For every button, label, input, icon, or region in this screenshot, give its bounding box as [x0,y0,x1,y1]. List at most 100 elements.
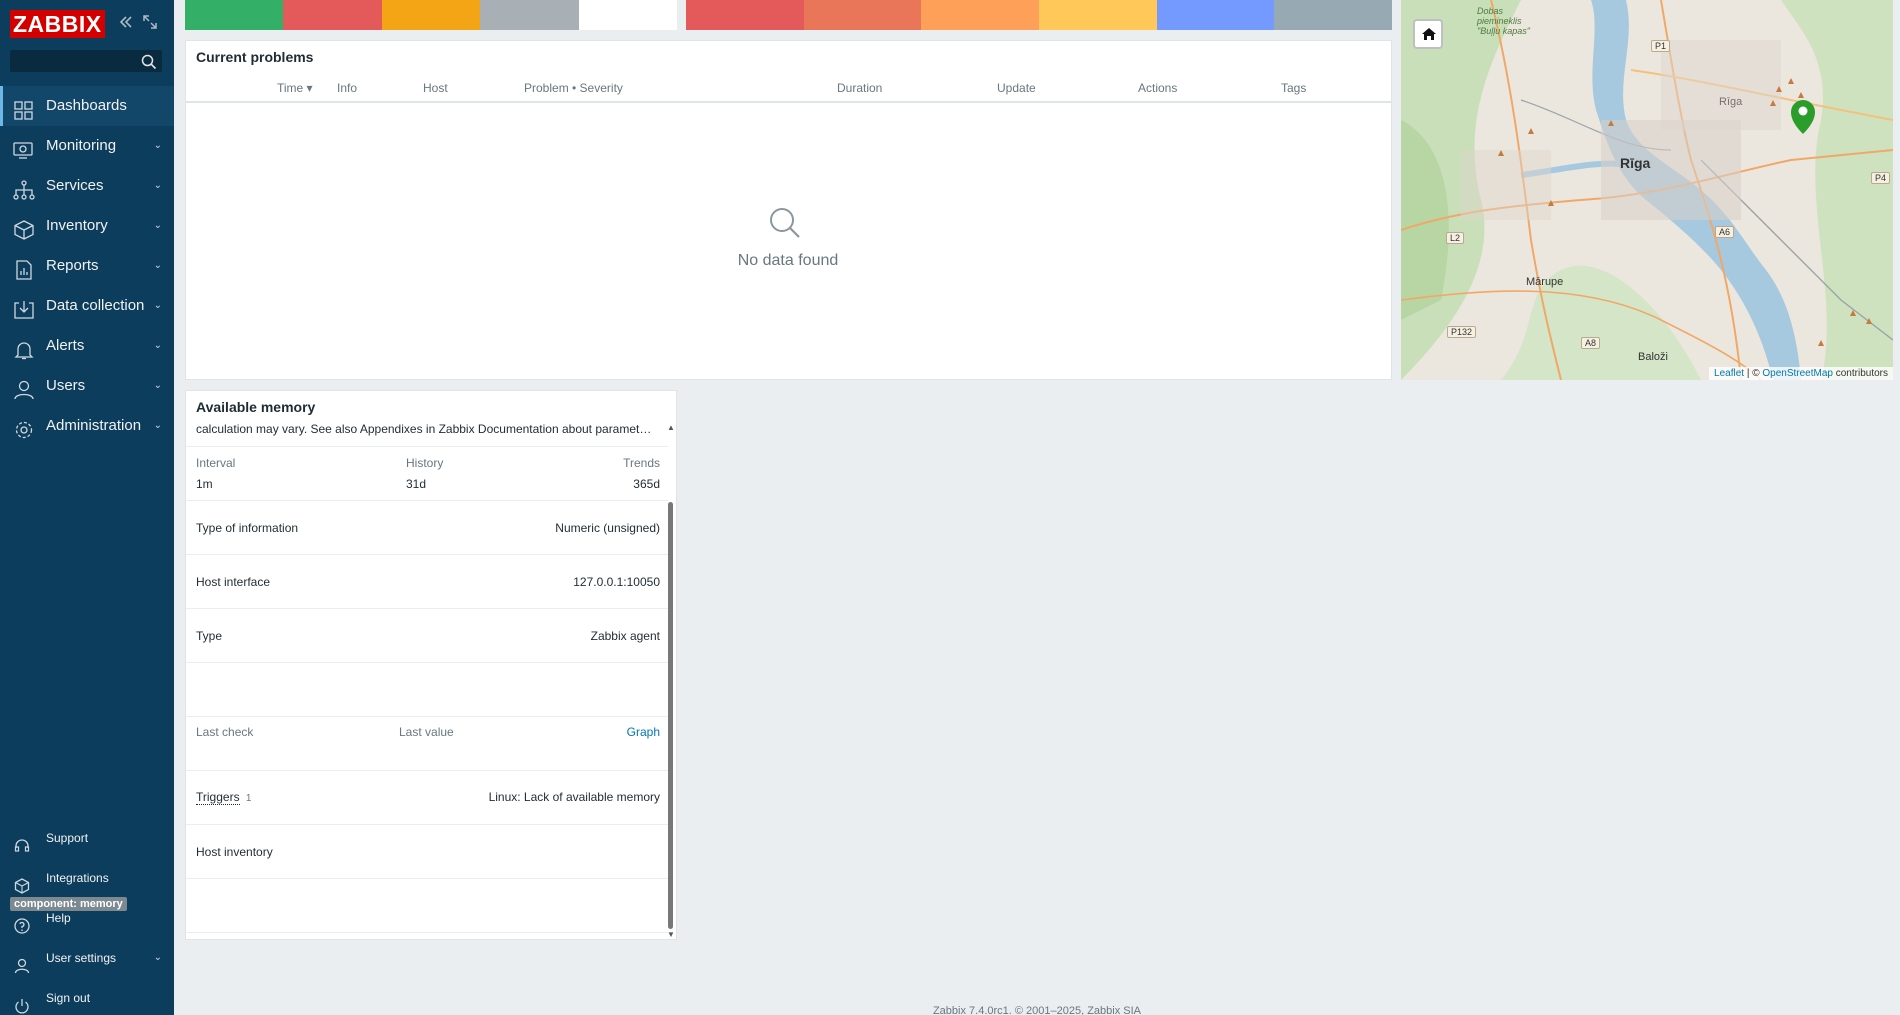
menu-item-sign-out[interactable]: Sign out [0,978,174,1015]
severity-cell[interactable] [1274,0,1393,30]
chevron-down-icon: ⌄ [153,340,162,351]
severity-cell[interactable] [686,0,804,30]
interval-label-row: Interval History Trends [196,456,660,470]
integrations-icon [14,870,30,894]
expand-icon[interactable] [141,13,159,31]
graph-link[interactable]: Graph [627,725,660,739]
severity-cell[interactable] [381,0,481,30]
road-badge: A8 [1581,337,1601,349]
road-badge: P132 [1447,326,1477,338]
tag-badge[interactable]: component: memory [10,897,127,911]
menu-item-inventory[interactable]: Inventory ⌄ [0,206,174,246]
triggers-link[interactable]: Triggers [196,790,240,805]
search-icon [768,206,802,240]
map-label-city: Rīga [1620,155,1651,171]
map-attribution: Leaflet | © OpenStreetMap contributors [1709,367,1893,380]
menu-item-integrations[interactable]: Integrations [0,858,174,898]
menu-item-reports[interactable]: Reports ⌄ [0,246,174,286]
map-tiles[interactable] [1401,0,1893,380]
double-chevron-left-icon[interactable] [117,13,135,31]
severity-cell[interactable] [1156,0,1275,30]
interval-value-row: 1m 31d 365d [196,477,666,491]
scrollbar[interactable] [668,420,673,931]
menu-item-monitoring[interactable]: Monitoring ⌄ [0,126,174,166]
severity-cell[interactable] [283,0,382,30]
severity-strip-left [185,0,678,30]
user-icon [14,950,30,974]
map-label-balozi: Baloži [1638,351,1668,363]
severity-cell[interactable] [185,0,284,30]
scrollbar-thumb[interactable] [668,502,673,929]
widget-title: Current problems [196,49,314,65]
search-input[interactable] [11,51,136,71]
column-host[interactable]: Host [423,81,448,95]
host-inventory-row: Host inventory [196,845,273,859]
menu-label: Administration [46,417,142,434]
gear-icon [13,416,35,439]
map-label-city-small: Rīga [1719,96,1743,108]
menu-label: Services [46,177,104,194]
map-label-marupe: Mārupe [1526,276,1564,288]
menu-label: User settings [46,951,117,965]
column-tags: Tags [1281,81,1307,95]
severity-cell[interactable] [921,0,1040,30]
menu-label: Users [46,377,86,394]
menu-item-dashboards[interactable]: Dashboards [0,86,174,126]
severity-cell[interactable] [578,0,678,30]
road-badge: P4 [1871,172,1891,184]
host-interface-row: Host interface 127.0.0.1:10050 [196,575,660,589]
column-duration: Duration [837,81,883,95]
item-card-widget: Available memory calculation may vary. S… [185,390,677,940]
search-icon[interactable] [141,54,157,70]
chevron-down-icon: ⌄ [153,952,162,963]
data-collection-icon [13,296,35,319]
zabbix-logo[interactable]: ZABBIX [10,10,105,38]
reports-icon [13,256,35,280]
home-icon [1421,26,1437,47]
chevron-down-icon: ⌄ [153,300,162,311]
table-header-divider [185,101,1392,103]
chevron-down-icon: ⌄ [153,260,162,271]
inventory-icon [13,216,35,240]
bottom-menu: Support Integrations Help User settings … [0,818,174,1015]
openstreetmap-link[interactable]: OpenStreetMap [1762,368,1833,379]
triggers-row: Triggers 1 Linux: Lack of available memo… [196,790,666,805]
menu-label: Support [46,831,89,845]
menu-label: Alerts [46,337,85,354]
severity-cell[interactable] [480,0,579,30]
services-icon [13,176,35,200]
map-home-button[interactable] [1413,19,1443,49]
sidebar: ZABBIX Dashboards Monitoring ⌄ Services … [0,0,174,1015]
no-data-message: No data found [737,252,839,269]
menu-item-users[interactable]: Users ⌄ [0,366,174,406]
monitoring-icon [13,136,35,159]
severity-cell[interactable] [1039,0,1157,30]
menu-label: Dashboards [46,97,127,114]
trigger-name: Linux: Lack of available memory [488,790,660,804]
menu-item-data-collection[interactable]: Data collection ⌄ [0,286,174,326]
menu-item-alerts[interactable]: Alerts ⌄ [0,326,174,366]
sidebar-search [10,50,162,72]
menu-item-services[interactable]: Services ⌄ [0,166,174,206]
menu-item-user-settings[interactable]: User settings ⌄ [0,938,174,978]
column-update: Update [997,81,1036,95]
dashboard-icon [13,96,35,120]
scroll-down-arrow[interactable]: ▼ [667,930,675,939]
menu-label: Integrations [46,871,109,885]
severity-cell[interactable] [803,0,922,30]
column-time[interactable]: Time ▾ [277,81,313,95]
menu-item-support[interactable]: Support [0,818,174,858]
menu-item-administration[interactable]: Administration ⌄ [0,406,174,446]
menu-label: Help [46,911,71,925]
type-of-information-row: Type of information Numeric (unsigned) [196,521,660,535]
menu-label: Sign out [46,991,91,1005]
road-badge: L2 [1446,232,1465,244]
column-problem-severity[interactable]: Problem • Severity [524,81,623,95]
map-label-poi: Dobas piemineklis "Buļļu kapas" [1477,6,1530,36]
chevron-down-icon: ⌄ [153,140,162,151]
geomap-widget[interactable]: Rīga Rīga Mārupe Baloži Dobas pieminekli… [1401,0,1893,380]
interval-value: 1m [196,477,213,491]
leaflet-link[interactable]: Leaflet [1714,368,1744,379]
bell-icon [13,336,35,360]
footer: Zabbix 7.4.0rc1. © 2001–2025, Zabbix SIA [932,1005,1142,1015]
